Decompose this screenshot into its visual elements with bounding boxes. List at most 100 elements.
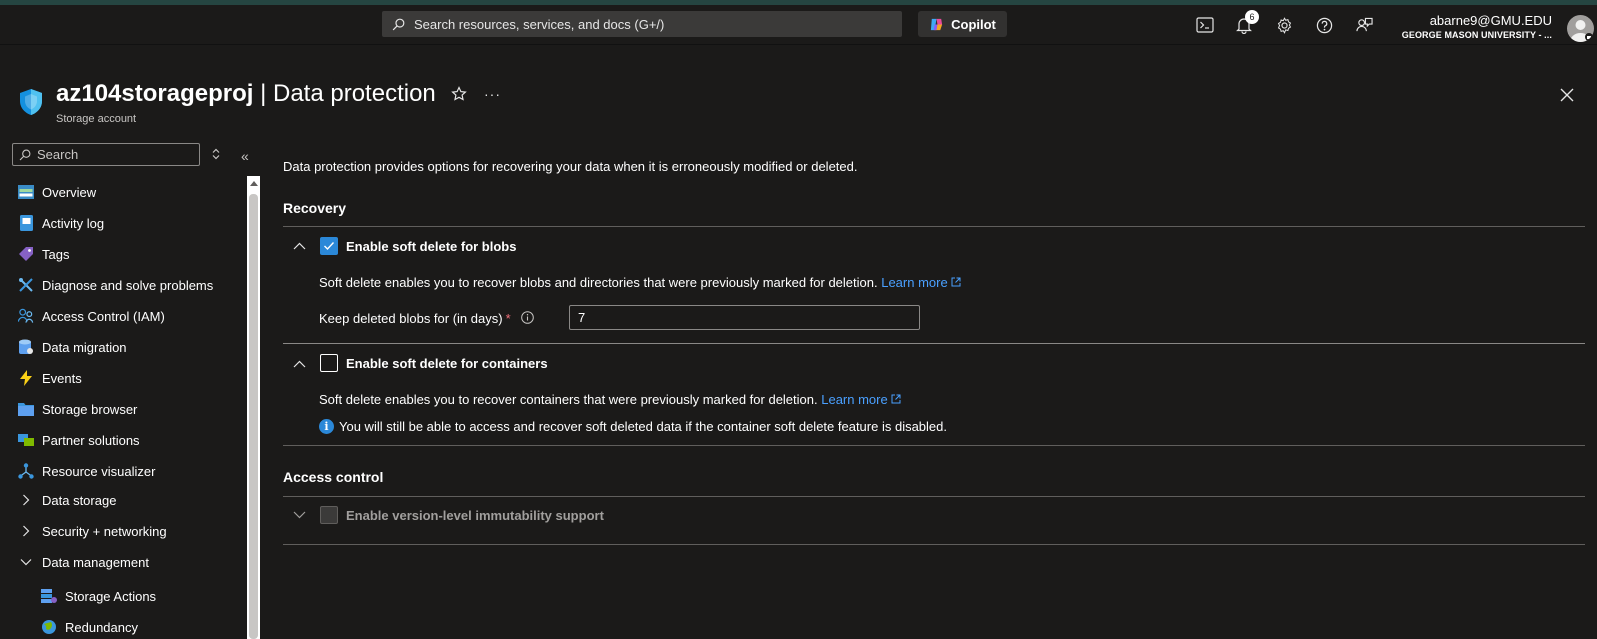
scrollbar-thumb[interactable]: [249, 194, 258, 639]
access-control-divider: [283, 496, 1585, 497]
wrench-icon: [19, 278, 33, 292]
overview-icon: [18, 185, 34, 199]
more-options-icon[interactable]: ···: [484, 86, 501, 102]
copilot-label: Copilot: [951, 16, 996, 32]
blob-soft-delete-description: Soft delete enables you to recover blobs…: [319, 275, 961, 290]
sidebar-scrollbar[interactable]: [247, 176, 260, 639]
blade-name: Data protection: [273, 80, 436, 107]
sidebar: Overview Activity log Tags Diagnose and …: [0, 176, 246, 639]
recovery-divider: [283, 226, 1585, 227]
activity-log-icon: [19, 215, 33, 231]
cloud-shell-button[interactable]: [1193, 13, 1217, 37]
sidebar-item-data-migration[interactable]: Data migration: [18, 335, 127, 359]
sidebar-search-placeholder: Search: [37, 147, 79, 162]
search-icon: [19, 149, 31, 160]
page-title: az104storageproj | Data protection: [56, 80, 436, 108]
sidebar-item-events[interactable]: Events: [18, 366, 82, 390]
favorite-star-icon[interactable]: [451, 86, 467, 102]
sidebar-group-data-storage[interactable]: Data storage: [18, 488, 116, 512]
sidebar-item-storage-browser[interactable]: Storage browser: [18, 397, 137, 421]
blob-learn-more-link[interactable]: Learn more: [881, 275, 961, 290]
external-link-icon: [891, 394, 901, 404]
checkmark-icon: [324, 242, 335, 251]
collapse-sidebar-icon[interactable]: «: [241, 148, 249, 164]
recovery-heading: Recovery: [283, 200, 347, 216]
blob-soft-delete-checkbox[interactable]: [320, 237, 338, 255]
top-bar: Search resources, services, and docs (G+…: [0, 5, 1597, 45]
info-circle-icon: i: [319, 419, 334, 434]
access-control-heading: Access control: [283, 469, 384, 485]
container-info-text: You will still be able to access and rec…: [339, 419, 947, 434]
settings-button[interactable]: [1272, 13, 1296, 37]
blob-description-text: Soft delete enables you to recover blobs…: [319, 275, 878, 290]
sidebar-item-tags[interactable]: Tags: [18, 242, 69, 266]
lightning-icon: [20, 370, 32, 386]
network-icon: [18, 463, 34, 479]
user-directory[interactable]: GEORGE MASON UNIVERSITY - ...: [1402, 30, 1552, 40]
global-search-placeholder: Search resources, services, and docs (G+…: [414, 16, 665, 32]
required-marker: *: [505, 311, 511, 326]
retention-days-label: Keep deleted blobs for (in days) *: [319, 311, 511, 326]
global-search-input[interactable]: Search resources, services, and docs (G+…: [382, 11, 902, 37]
container-learn-more-link[interactable]: Learn more: [821, 392, 901, 407]
user-avatar-icon: [1570, 20, 1593, 42]
info-icon[interactable]: [521, 311, 534, 324]
blob-section-divider: [283, 343, 1585, 344]
chevron-down-icon: [20, 559, 32, 566]
intro-text: Data protection provides options for rec…: [283, 159, 858, 174]
chevron-down-icon[interactable]: [293, 511, 306, 519]
avatar[interactable]: [1567, 15, 1594, 42]
immutability-label: Enable version-level immutability suppor…: [346, 508, 604, 523]
partner-icon: [18, 434, 34, 446]
sidebar-item-iam[interactable]: Access Control (IAM): [18, 304, 165, 328]
folder-icon: [18, 403, 34, 416]
people-icon: [18, 308, 34, 323]
chevron-up-icon[interactable]: [293, 360, 306, 368]
sidebar-item-overview[interactable]: Overview: [18, 180, 96, 204]
search-icon: [392, 18, 405, 30]
resource-type-subtitle: Storage account: [56, 113, 137, 125]
sort-updown-icon[interactable]: [211, 148, 221, 160]
terminal-icon: [1196, 17, 1214, 33]
external-link-icon: [951, 277, 961, 287]
storage-account-shield-icon: [20, 89, 42, 115]
chevron-up-icon[interactable]: [293, 242, 306, 250]
notification-count-badge: 6: [1245, 10, 1259, 24]
scroll-up-arrow-icon[interactable]: [250, 181, 258, 186]
help-icon: [1316, 17, 1332, 33]
close-icon[interactable]: [1560, 88, 1574, 102]
immutability-checkbox[interactable]: [320, 506, 338, 524]
container-info-note: i You will still be able to access and r…: [319, 419, 947, 434]
retention-days-input[interactable]: [569, 305, 920, 330]
sidebar-search-input[interactable]: Search: [12, 143, 200, 166]
container-soft-delete-label[interactable]: Enable soft delete for containers: [346, 356, 548, 371]
globe-icon: [42, 620, 56, 634]
container-soft-delete-checkbox[interactable]: [320, 354, 338, 372]
gear-icon: [1277, 16, 1291, 34]
copilot-button[interactable]: Copilot: [918, 11, 1007, 37]
sidebar-group-data-management[interactable]: Data management: [18, 550, 149, 574]
immutability-divider: [283, 544, 1585, 545]
chevron-right-icon: [23, 525, 30, 537]
sidebar-item-diagnose[interactable]: Diagnose and solve problems: [18, 273, 213, 297]
feedback-icon: [1355, 17, 1373, 31]
sidebar-item-storage-actions[interactable]: Storage Actions: [41, 584, 156, 608]
container-description-text: Soft delete enables you to recover conta…: [319, 392, 818, 407]
sidebar-item-redundancy[interactable]: Redundancy: [41, 615, 138, 639]
help-button[interactable]: [1312, 13, 1336, 37]
copilot-icon: [930, 18, 943, 30]
sidebar-item-partner-solutions[interactable]: Partner solutions: [18, 428, 140, 452]
tag-icon: [19, 247, 33, 261]
blob-soft-delete-label[interactable]: Enable soft delete for blobs: [346, 239, 516, 254]
storage-actions-icon: [41, 589, 57, 603]
user-email[interactable]: abarne9@GMU.EDU: [1430, 13, 1552, 28]
container-section-divider: [283, 445, 1585, 446]
notifications-button[interactable]: 6: [1232, 10, 1259, 37]
sidebar-item-resource-visualizer[interactable]: Resource visualizer: [18, 459, 155, 483]
sidebar-item-activity-log[interactable]: Activity log: [18, 211, 104, 235]
container-soft-delete-description: Soft delete enables you to recover conta…: [319, 392, 901, 407]
feedback-button[interactable]: [1352, 13, 1376, 37]
sidebar-group-security-networking[interactable]: Security + networking: [18, 519, 167, 543]
title-separator: |: [253, 80, 273, 107]
chevron-right-icon: [23, 494, 30, 506]
